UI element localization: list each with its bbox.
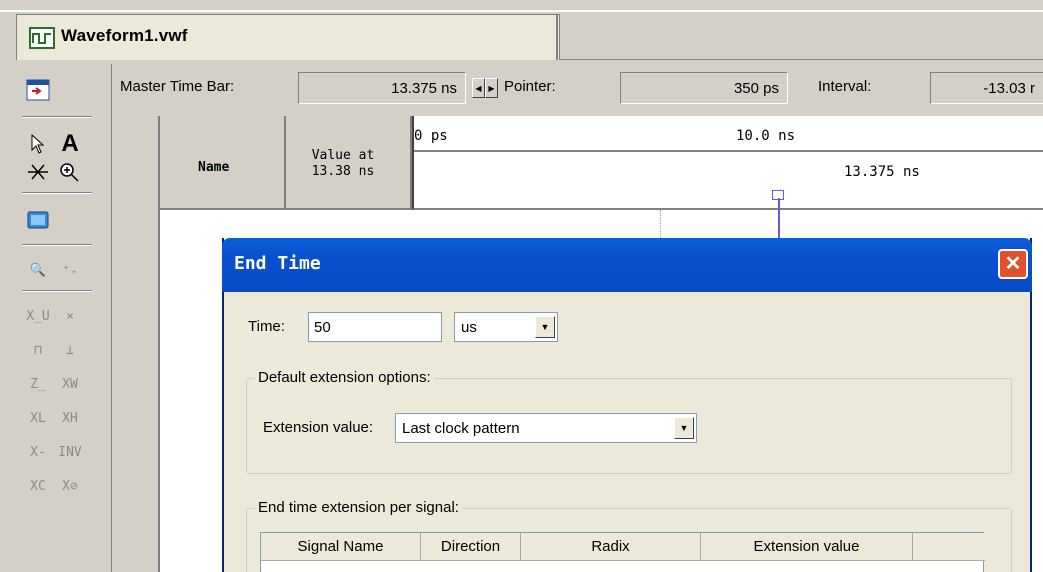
signal-icon-column	[112, 116, 160, 572]
signal-extension-table[interactable]: Signal Name Direction Radix Extension va…	[260, 532, 985, 572]
tick-label: 10.0 ns	[736, 128, 796, 144]
tab-bar-top-border	[0, 10, 1043, 12]
toolbar-separator	[22, 192, 92, 194]
value-column-header[interactable]: Value at 13.38 ns	[288, 148, 398, 180]
dialog-titlebar[interactable]: End Time ✕	[222, 238, 1032, 292]
time-ruler-scale: 0 ps 10.0 ns	[414, 116, 1043, 152]
dialog-body: Time: 50 us ▼ Default extension options:…	[224, 292, 1030, 572]
column-divider	[284, 116, 286, 210]
next-transition-icon[interactable]: ▶	[485, 78, 498, 98]
master-time-spin[interactable]: ◀ ▶	[472, 78, 498, 98]
toolbar-separator	[22, 116, 92, 118]
time-ruler[interactable]: 0 ps 10.0 ns 13.375 ns	[412, 116, 1043, 210]
close-button[interactable]: ✕	[998, 249, 1028, 279]
weak-unknown-icon: XW	[62, 376, 78, 392]
pointer-label: Pointer:	[504, 78, 556, 95]
overwrite-clock-icon: X⊘	[62, 478, 78, 494]
chevron-down-icon[interactable]: ▼	[674, 417, 694, 439]
extension-value-select[interactable]: Last clock pattern ▼	[395, 413, 697, 443]
time-unit-select[interactable]: us ▼	[454, 312, 558, 342]
extension-value-label: Extension value:	[263, 419, 374, 436]
zoom-tool-icon[interactable]	[54, 156, 86, 188]
waveform-toolbar: A 🔍 ⁺₊ X̲U ⨯ ⊓ ⊥ Z̲ XW XL XH X- INV XC X…	[0, 64, 112, 572]
tab-title: Waveform1.vwf	[61, 26, 188, 45]
tab-waveform[interactable]: Waveform1.vwf	[16, 14, 560, 60]
close-icon: ✕	[1004, 253, 1022, 275]
per-signal-extension-group-label: End time extension per signal:	[255, 499, 462, 516]
tick-label: 0 ps	[414, 128, 448, 144]
weak-low-icon: XL	[30, 410, 46, 426]
toolbar-separator	[22, 244, 92, 246]
interval-field: -13.03 r	[930, 72, 1043, 104]
time-label: Time:	[248, 318, 285, 335]
high-impedance-icon: Z̲	[30, 376, 46, 392]
document-tab-bar: Waveform1.vwf	[0, 0, 1043, 64]
master-time-bar-label: Master Time Bar:	[120, 78, 235, 95]
dialog-title: End Time	[234, 253, 321, 274]
time-input[interactable]: 50	[308, 312, 442, 342]
weak-high-icon: XH	[62, 410, 78, 426]
default-extension-group: Default extension options: Extension val…	[246, 369, 1012, 474]
radix-column-header[interactable]: Radix	[521, 533, 701, 561]
table-header-filler	[913, 533, 985, 561]
name-column-header[interactable]: Name	[198, 160, 229, 175]
pointer-field: 350 ps	[620, 72, 788, 104]
toolbar-separator	[22, 290, 92, 292]
default-extension-group-label: Default extension options:	[255, 369, 434, 386]
end-time-dialog: End Time ✕ Time: 50 us ▼ Default extensi…	[222, 238, 1032, 572]
float-window-icon[interactable]	[22, 74, 54, 106]
tab-bar-empty	[560, 14, 1043, 60]
uninitialized-icon: X̲U	[26, 308, 50, 324]
signal-name-column-header[interactable]: Signal Name	[261, 533, 421, 561]
master-time-bar-field[interactable]: 13.375 ns	[298, 72, 466, 104]
waveform-editing-tool-icon[interactable]	[22, 156, 54, 188]
chevron-down-icon[interactable]: ▼	[535, 316, 555, 338]
dont-care-icon: X-	[30, 444, 46, 460]
time-bar: Master Time Bar: 13.375 ns ◀ ▶ Pointer: …	[112, 64, 1043, 116]
find-icon: 🔍	[29, 262, 47, 278]
forcing-high-icon: ⊓	[34, 342, 42, 358]
replace-icon: ⁺₊	[62, 262, 78, 278]
invert-icon: INV	[58, 444, 82, 460]
waveform-file-icon	[29, 27, 55, 49]
forcing-low-icon: ⊥	[66, 342, 74, 358]
master-time-cursor-label: 13.375 ns	[844, 164, 920, 180]
tab-separator	[556, 14, 558, 60]
direction-column-header[interactable]: Direction	[421, 533, 521, 561]
extension-value-column-header[interactable]: Extension value	[701, 533, 913, 561]
full-screen-icon[interactable]	[22, 204, 54, 236]
count-value-icon: XC	[30, 478, 46, 494]
interval-label: Interval:	[818, 78, 872, 95]
forcing-unknown-icon: ⨯	[66, 308, 74, 324]
prev-transition-icon[interactable]: ◀	[472, 78, 485, 98]
